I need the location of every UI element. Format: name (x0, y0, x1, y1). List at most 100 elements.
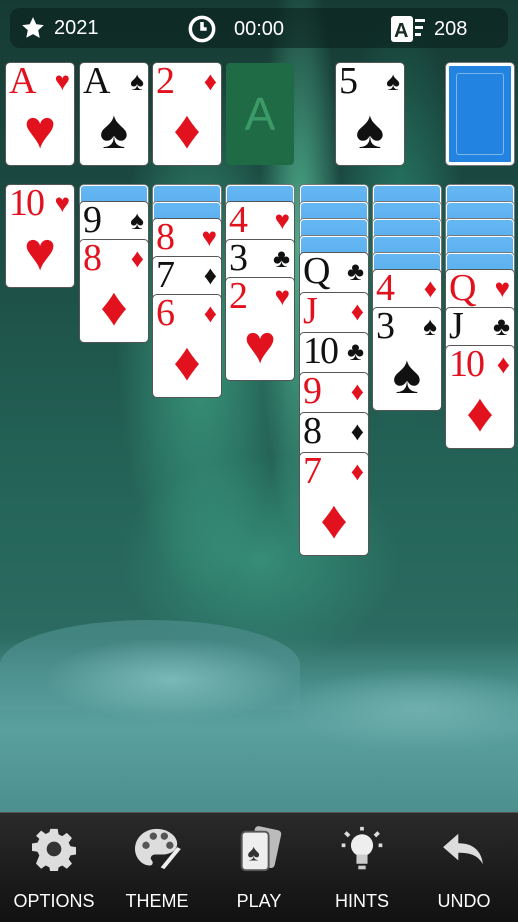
snow-ground (0, 640, 518, 815)
card-suit-large: ♥ (243, 315, 277, 375)
foundation-card[interactable]: 2 ♦ ♦ (153, 63, 221, 165)
card-suit-large: ♠ (99, 100, 129, 160)
card-suit-large: ♦ (173, 332, 201, 392)
timer-value: 00:00 (234, 17, 285, 40)
options-label: OPTIONS (13, 891, 95, 911)
hints-label: HINTS (335, 891, 389, 911)
card-rank: 6 (156, 295, 175, 334)
card-rank: 8 (303, 413, 322, 452)
card-suit-small: ♦ (423, 273, 437, 303)
play-button[interactable]: ♠ PLAY (207, 813, 311, 922)
lightbulb-icon (341, 826, 383, 870)
stock-pile[interactable] (446, 63, 514, 165)
card-suit-large: ♦ (173, 100, 201, 160)
tableau-card[interactable]: 3 ♠ ♠ (373, 308, 441, 410)
theme-button[interactable]: THEME (105, 813, 209, 922)
theme-label: THEME (125, 891, 189, 911)
card-rank: A (9, 63, 36, 102)
svg-text:A: A (394, 20, 408, 42)
card-rank: J (449, 308, 464, 347)
moves-display: A 208 (390, 15, 467, 43)
undo-label: UNDO (437, 891, 491, 911)
card-suit-large: ♦ (320, 490, 348, 550)
card-rank: 2 (156, 63, 175, 102)
options-button[interactable]: OPTIONS (2, 813, 106, 922)
tableau-card[interactable]: 10 ♦ ♦ (446, 346, 514, 448)
card-rank: 4 (229, 202, 248, 241)
card-rank: Q (303, 253, 330, 292)
card-suit-small: ♦ (350, 456, 364, 486)
card-suit-small: ♣ (346, 336, 364, 366)
moves-value: 208 (434, 17, 468, 40)
card-rank: 3 (376, 308, 395, 347)
card-rank: 7 (156, 257, 175, 296)
card-rank: 10 (303, 333, 339, 372)
card-suit-small: ♦ (130, 243, 144, 273)
card-suit-small: ♠ (386, 66, 400, 96)
timer-display: 00:00 (188, 15, 284, 43)
cards-icon: ♠ (240, 826, 282, 872)
svg-text:♠: ♠ (247, 840, 259, 866)
card-rank: Q (449, 270, 476, 309)
tableau-card[interactable]: 7♦♦ (300, 453, 368, 555)
card-rank: 10 (449, 346, 485, 385)
card-suit-small: ♦ (350, 416, 364, 446)
card-rank: 5 (339, 63, 358, 102)
card-suit-small: ♦ (203, 66, 217, 96)
card-rank: 4 (376, 270, 395, 309)
card-suit-small: ♥ (201, 222, 217, 252)
card-suit-small: ♣ (492, 311, 510, 341)
undo-arrow-icon (443, 833, 483, 865)
card-rank: 9 (303, 373, 322, 412)
card-suit-small: ♣ (272, 243, 290, 273)
card-rank: 2 (229, 278, 248, 317)
play-label: PLAY (236, 891, 282, 911)
waste-card[interactable]: 5 ♠ ♠ (336, 63, 404, 165)
card-suit-large: ♥ (23, 222, 57, 282)
card-suit-small: ♥ (274, 205, 290, 235)
card-rank: 9 (83, 202, 102, 241)
card-suit-small: ♦ (350, 376, 364, 406)
star-icon (22, 17, 44, 38)
undo-button[interactable]: UNDO (412, 813, 516, 922)
card-suit-large: ♠ (392, 345, 422, 405)
gear-icon (32, 828, 76, 871)
card-suit-large: ♥ (23, 100, 57, 160)
card-suit-small: ♠ (130, 66, 144, 96)
card-suit-small: ♦ (496, 349, 510, 379)
foundation-empty-slot[interactable]: A (226, 63, 294, 165)
card-rank: 7 (303, 453, 322, 492)
card-suit-large: ♦ (100, 277, 128, 337)
card-suit-small: ♦ (350, 296, 364, 326)
card-suit-large: ♠ (355, 100, 385, 160)
foundation-card[interactable]: A ♠ ♠ (80, 63, 148, 165)
moves-icon: A (391, 16, 425, 42)
tableau-card[interactable]: 6 ♦ ♦ (153, 295, 221, 397)
card-rank: J (303, 293, 318, 332)
status-bar: 2021 00:00 A 208 (10, 8, 508, 48)
score-value: 2021 (54, 16, 99, 39)
bottom-toolbar: OPTIONS THEME ♠ PLAY HINTS UNDO (0, 812, 518, 922)
card-suit-small: ♦ (203, 260, 217, 290)
card-rank: 8 (156, 219, 175, 258)
foundation-card[interactable]: A ♥ ♥ (6, 63, 74, 165)
card-suit-small: ♥ (54, 188, 70, 218)
card-suit-small: ♥ (274, 281, 290, 311)
card-rank: 10 (9, 185, 45, 224)
card-suit-large: ♦ (466, 383, 494, 443)
tableau-card[interactable]: 8♦♦ (80, 240, 148, 342)
palette-icon (135, 828, 181, 870)
card-rank: 8 (83, 240, 102, 279)
card-suit-small: ♠ (130, 205, 144, 235)
hints-button[interactable]: HINTS (310, 813, 414, 922)
tableau-card[interactable]: 2 ♥ ♥ (226, 278, 294, 380)
card-suit-small: ♥ (54, 66, 70, 96)
score-display: 2021 (20, 15, 99, 41)
clock-icon (188, 15, 216, 43)
card-suit-small: ♠ (423, 311, 437, 341)
card-rank: A (83, 63, 110, 102)
card-suit-small: ♣ (346, 256, 364, 286)
card-suit-small: ♦ (203, 298, 217, 328)
card-rank: 3 (229, 240, 248, 279)
tableau-card[interactable]: 10 ♥ ♥ (6, 185, 74, 287)
